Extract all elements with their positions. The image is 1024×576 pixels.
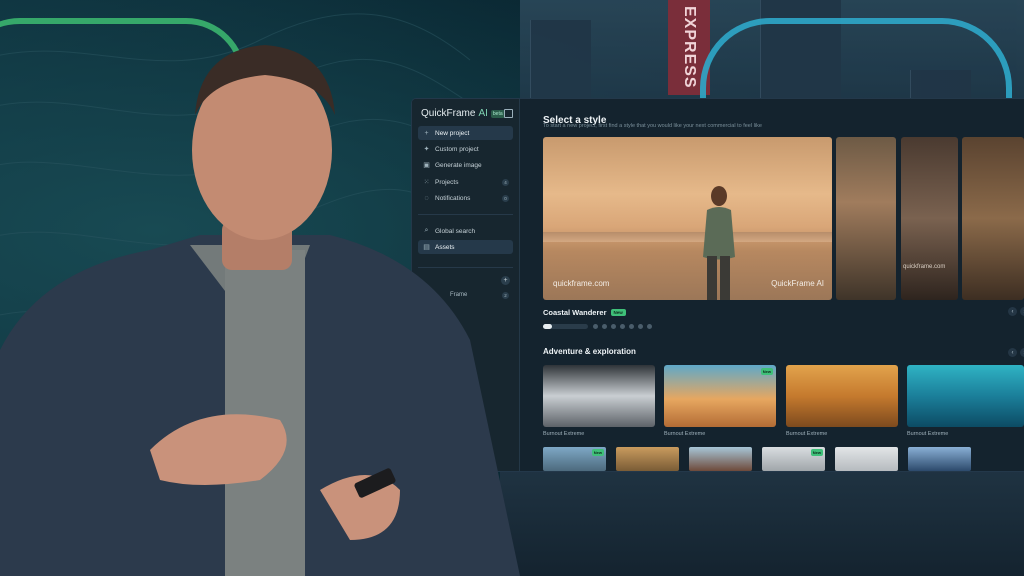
carousel-prev-button[interactable]: ‹ [1008, 307, 1017, 316]
style-progress [543, 324, 588, 329]
card-label: Burnout Extreme [543, 431, 585, 437]
style-card-small[interactable]: New [762, 447, 825, 471]
section-title: Adventure & exploration [543, 347, 636, 356]
progress-fill [543, 324, 552, 329]
section-prev-button[interactable]: ‹ [1008, 348, 1017, 357]
new-badge: New [810, 449, 823, 456]
carousel-dot[interactable] [593, 324, 598, 329]
carousel-dot[interactable] [629, 324, 634, 329]
main-content: Select a style To start a new project, f… [520, 99, 1024, 471]
hero-watermark-left: quickframe.com [553, 279, 610, 288]
carousel-dot[interactable] [611, 324, 616, 329]
presenter-photo [0, 45, 520, 576]
style-card[interactable]: New [664, 365, 776, 427]
new-badge: New [591, 449, 604, 456]
style-card-small[interactable] [616, 447, 679, 471]
thumb-watermark: quickframe.com [903, 264, 946, 270]
carousel-next-button[interactable]: › [1020, 307, 1024, 316]
hero-watermark-right: QuickFrame AI [771, 279, 824, 288]
style-card[interactable] [907, 365, 1024, 427]
card-label: Burnout Extreme [907, 431, 949, 437]
style-card[interactable] [543, 365, 655, 427]
card-label: Burnout Extreme [664, 431, 706, 437]
woman-figure [703, 186, 735, 300]
new-badge: New [610, 309, 626, 316]
new-badge: New [760, 368, 773, 375]
style-card-small[interactable]: New [543, 447, 606, 471]
horizon [543, 232, 832, 242]
style-card-small[interactable] [835, 447, 898, 471]
carousel-dot[interactable] [620, 324, 625, 329]
style-thumbnail[interactable] [836, 137, 896, 300]
style-card-small[interactable] [689, 447, 752, 471]
hero-style-preview[interactable]: quickframe.com QuickFrame AI [543, 137, 832, 300]
style-card[interactable] [786, 365, 898, 427]
carousel-dot[interactable] [647, 324, 652, 329]
style-name-label: Coastal Wanderer [543, 308, 607, 317]
style-name: Coastal Wanderer New [543, 308, 626, 317]
street-background [500, 470, 1024, 576]
card-label: Burnout Extreme [786, 431, 828, 437]
style-thumbnail[interactable] [962, 137, 1024, 300]
style-card-small[interactable] [908, 447, 971, 471]
page-subtitle: To start a new project, first find a sty… [543, 123, 762, 129]
carousel-dot[interactable] [638, 324, 643, 329]
section-next-button[interactable]: › [1020, 348, 1024, 357]
style-thumbnail[interactable]: quickframe.com [901, 137, 958, 300]
carousel-dot[interactable] [602, 324, 607, 329]
